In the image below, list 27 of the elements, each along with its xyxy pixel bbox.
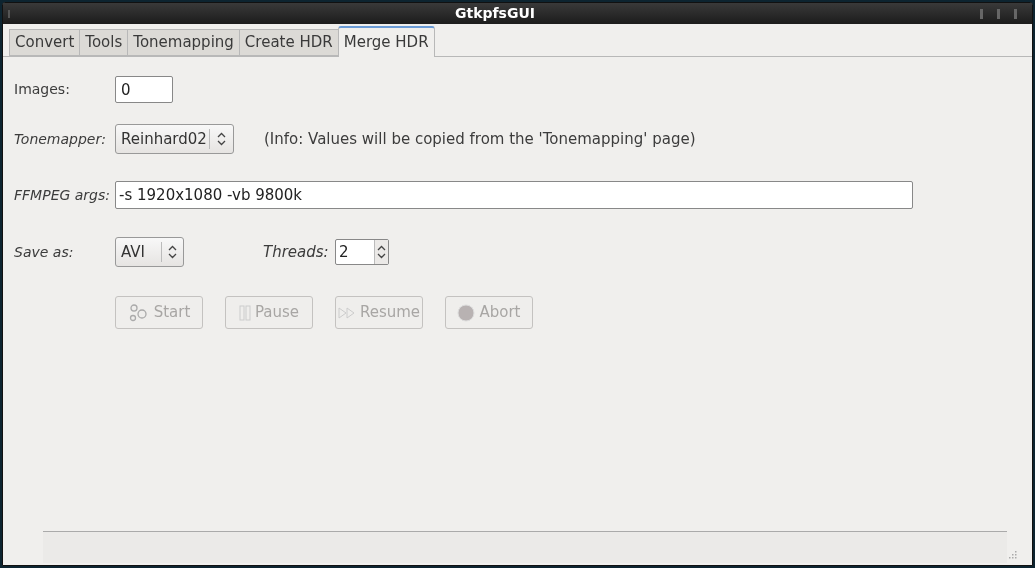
tab[interactable]: Convert (9, 29, 81, 56)
tab[interactable]: Create HDR (238, 29, 339, 56)
field-label: Save as: (14, 242, 75, 262)
threads-spinbox[interactable]: 2 (335, 239, 389, 265)
window-title: GtkpfsGUI (454, 4, 536, 23)
save-as-dropdown[interactable]: AVI (115, 237, 184, 267)
stop-icon (457, 303, 476, 322)
updown-icon (168, 245, 177, 259)
maximize-button[interactable] (997, 8, 1000, 19)
tab[interactable]: Merge HDR (337, 26, 435, 57)
updown-icon (377, 245, 386, 259)
minimize-button[interactable] (980, 8, 983, 19)
tab[interactable]: Tonemapping (127, 29, 240, 56)
updown-icon (217, 132, 226, 146)
close-button[interactable] (1014, 8, 1017, 19)
field-label: FFMPEG args: (14, 185, 111, 205)
field-label: Threads: (263, 241, 330, 263)
images-field[interactable]: 0 (115, 76, 173, 103)
fast-forward-icon (337, 306, 356, 319)
pause-icon (238, 304, 251, 321)
tab[interactable]: Tools (79, 29, 129, 56)
field-label: Images: (14, 80, 71, 99)
field-label: Tonemapper: (14, 129, 107, 149)
gears-icon (127, 302, 150, 323)
info-text: (Info: Values will be copied from the 'Tonemapping' page) (264, 128, 696, 150)
tonemapper-dropdown[interactable]: Reinhard02 (115, 124, 234, 154)
ffmpeg-args-field[interactable]: -s 1920x1080 -vb 9800k (115, 181, 913, 209)
